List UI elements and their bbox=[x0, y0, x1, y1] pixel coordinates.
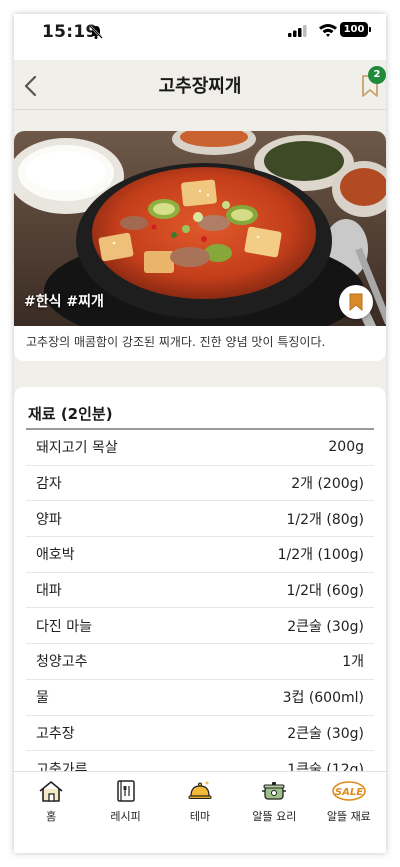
ingredient-row: 청양고추 1개 bbox=[26, 644, 374, 680]
ingredient-amount: 2큰술 (30g) bbox=[287, 725, 364, 742]
tab-budget-ingredients[interactable]: SALE 알뜰 재료 bbox=[312, 772, 386, 829]
bookmark-count-badge: 2 bbox=[368, 66, 386, 84]
ingredient-amount: 1/2대 (60g) bbox=[286, 583, 365, 600]
ingredient-amount: 2큰술 (30g) bbox=[287, 618, 364, 635]
app-screen: 15:19 100 고추장찌개 2 #한식 #찌개 고추장의 매콤함이 강조된 … bbox=[14, 14, 386, 853]
tab-recipe[interactable]: 레시피 bbox=[88, 772, 162, 829]
silent-bell-icon bbox=[89, 25, 103, 39]
svg-text:SALE: SALE bbox=[335, 787, 363, 798]
recipe-photo: #한식 #찌개 bbox=[14, 131, 386, 326]
tab-label: 테마 bbox=[189, 810, 211, 823]
tab-label: 알뜰 요리 bbox=[252, 810, 297, 823]
ingredient-name: 돼지고기 목살 bbox=[36, 440, 118, 457]
ingredient-row: 대파 1/2대 (60g) bbox=[26, 573, 374, 609]
ingredient-row: 고추장 2큰술 (30g) bbox=[26, 716, 374, 752]
status-bar: 15:19 100 bbox=[14, 14, 386, 60]
ingredient-row: 애호박 1/2개 (100g) bbox=[26, 537, 374, 573]
ingredients-card: 재료 (2인분) 돼지고기 목살 200g 감자 2개 (200g) 양파 1/2개 … bbox=[14, 387, 386, 807]
wifi-icon bbox=[319, 24, 337, 37]
home-icon bbox=[39, 781, 63, 802]
bookmark-button[interactable] bbox=[339, 285, 373, 319]
page-title: 고추장찌개 bbox=[158, 76, 242, 97]
tab-label: 레시피 bbox=[110, 810, 141, 823]
top-navigation-bar: 고추장찌개 2 bbox=[14, 60, 386, 110]
signal-icon bbox=[288, 25, 307, 37]
tab-home[interactable]: 홈 bbox=[14, 772, 88, 829]
ingredient-amount: 1/2개 (80g) bbox=[286, 511, 365, 528]
ingredient-name: 청양고추 bbox=[36, 654, 88, 671]
tab-budget-cooking[interactable]: 알뜰 요리 bbox=[237, 772, 311, 829]
ingredient-name: 물 bbox=[36, 690, 49, 707]
recipe-description: 고추장의 매콤함이 강조된 찌개다. 진한 양념 맛이 특징이다. bbox=[26, 335, 326, 349]
ingredient-name: 감자 bbox=[36, 476, 62, 493]
ingredient-name: 다진 마늘 bbox=[36, 618, 92, 635]
tab-label: 알뜰 재료 bbox=[326, 810, 371, 823]
tab-theme[interactable]: 테마 bbox=[163, 772, 237, 829]
ingredient-row: 감자 2개 (200g) bbox=[26, 466, 374, 502]
ingredient-amount: 200g bbox=[328, 439, 364, 456]
ingredient-row: 양파 1/2개 (80g) bbox=[26, 501, 374, 538]
ingredient-name: 애호박 bbox=[36, 547, 75, 564]
cloche-icon bbox=[188, 781, 212, 799]
pot-icon bbox=[262, 782, 287, 800]
ingredient-amount: 1/2개 (100g) bbox=[277, 547, 364, 564]
ingredient-amount: 2개 (200g) bbox=[291, 476, 364, 493]
ingredient-amount: 3컵 (600ml) bbox=[282, 690, 364, 707]
ingredient-name: 고추장 bbox=[36, 725, 75, 742]
ingredient-amount: 1개 bbox=[342, 654, 364, 671]
recipe-book-icon bbox=[116, 780, 135, 802]
tab-label: 홈 bbox=[46, 810, 57, 823]
ingredients-title: 재료 (2인분) bbox=[28, 405, 113, 423]
ingredients-list: 돼지고기 목살 200g 감자 2개 (200g) 양파 1/2개 (80g) 애호박… bbox=[26, 430, 374, 787]
bottom-tab-bar: 홈 레시피 테마 알뜰 요리 SALE 알뜰 재료 bbox=[14, 771, 386, 829]
ingredient-row: 물 3컵 (600ml) bbox=[26, 680, 374, 716]
ingredient-row: 돼지고기 목살 200g bbox=[26, 430, 374, 466]
ingredient-name: 양파 bbox=[36, 511, 62, 528]
home-indicator-area bbox=[14, 829, 386, 853]
sale-icon: SALE bbox=[332, 781, 366, 801]
battery-indicator: 100 bbox=[340, 22, 371, 37]
ingredient-row: 다진 마늘 2큰술 (30g) bbox=[26, 608, 374, 645]
bookmark-icon bbox=[349, 293, 363, 311]
ingredient-name: 대파 bbox=[36, 583, 62, 600]
recipe-tags: #한식 #찌개 bbox=[24, 294, 104, 310]
recipe-hero-card: #한식 #찌개 고추장의 매콤함이 강조된 찌개다. 진한 양념 맛이 특징이다… bbox=[14, 131, 386, 361]
